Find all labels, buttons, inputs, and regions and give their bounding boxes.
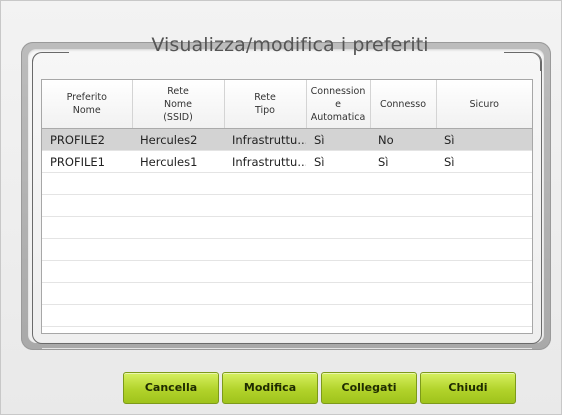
panel-frame-corner-right — [504, 52, 541, 71]
cell-secure: Sì — [436, 128, 532, 151]
column-header-secure[interactable]: Sicuro — [436, 80, 532, 129]
connect-button[interactable]: Collegati — [321, 372, 417, 404]
button-bar: Cancella Modifica Collegati Chiudi — [0, 372, 562, 404]
column-header-ssid[interactable]: Rete Nome (SSID) — [132, 80, 225, 129]
cell-auto-connect: Sì — [306, 128, 370, 151]
cell-secure: Sì — [436, 150, 532, 173]
cell-ssid: Hercules1 — [132, 150, 224, 173]
favorites-table: Preferito Nome Rete Nome (SSID) Rete Tip… — [42, 80, 532, 349]
empty-row — [42, 304, 532, 327]
empty-row — [42, 326, 532, 349]
empty-row — [42, 238, 532, 261]
table-row[interactable]: PROFILE2 Hercules2 Infrastruttu... Sì No… — [42, 128, 532, 151]
panel-frame-corner-left — [32, 52, 69, 71]
column-header-connected[interactable]: Connesso — [370, 80, 437, 129]
column-header-network-type[interactable]: Rete Tipo — [224, 80, 307, 129]
close-button[interactable]: Chiudi — [420, 372, 516, 404]
table-row[interactable]: PROFILE1 Hercules1 Infrastruttu... Sì Sì… — [42, 150, 532, 173]
column-header-auto-connect[interactable]: Connession e Automatica — [306, 80, 371, 129]
cell-auto-connect: Sì — [306, 150, 370, 173]
empty-row — [42, 260, 532, 283]
cell-network-type: Infrastruttu... — [224, 150, 306, 173]
cell-connected: Sì — [370, 150, 436, 173]
favorites-grid: Preferito Nome Rete Nome (SSID) Rete Tip… — [41, 79, 533, 349]
column-header-profile-name[interactable]: Preferito Nome — [42, 80, 133, 129]
table-header-row: Preferito Nome Rete Nome (SSID) Rete Tip… — [42, 80, 532, 129]
empty-row — [42, 172, 532, 195]
edit-button[interactable]: Modifica — [222, 372, 318, 404]
cell-connected: No — [370, 128, 436, 151]
delete-button[interactable]: Cancella — [123, 372, 219, 404]
cell-profile-name: PROFILE2 — [42, 128, 132, 151]
empty-row — [42, 216, 532, 239]
empty-row — [42, 282, 532, 305]
cell-network-type: Infrastruttu... — [224, 128, 306, 151]
cell-ssid: Hercules2 — [132, 128, 224, 151]
dialog-title: Visualizza/modifica i preferiti — [151, 34, 429, 56]
empty-row — [42, 194, 532, 217]
cell-profile-name: PROFILE1 — [42, 150, 132, 173]
